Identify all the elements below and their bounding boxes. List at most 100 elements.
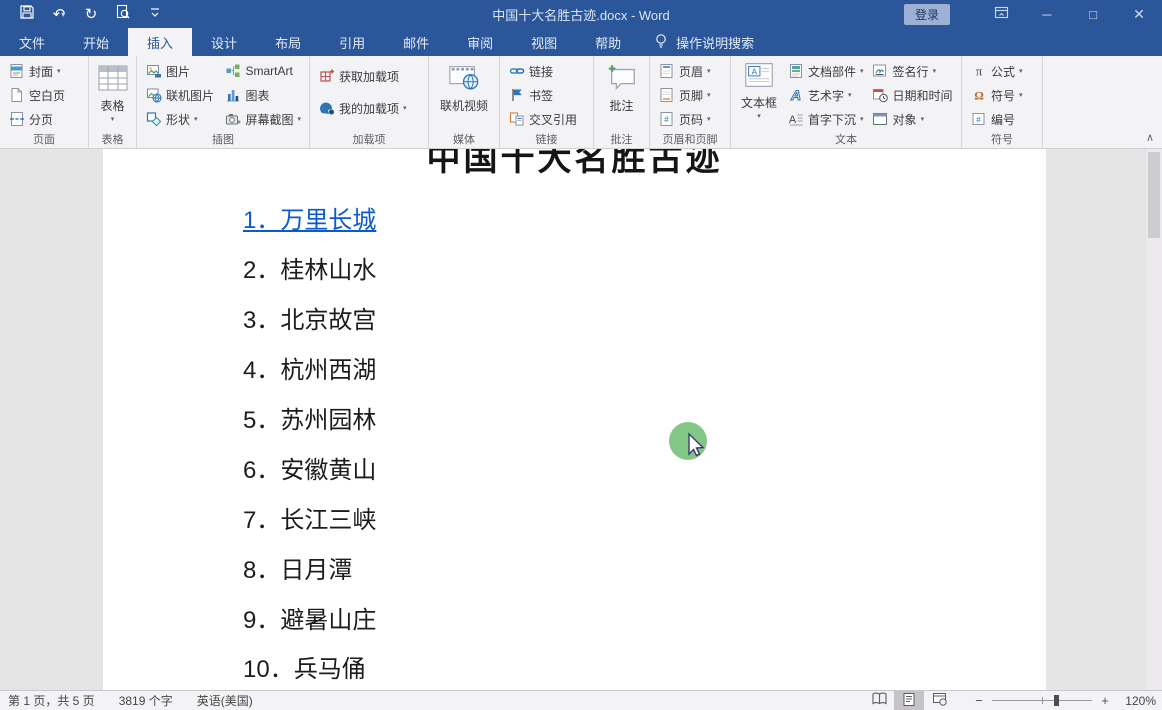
zoom-out-button[interactable]: −	[968, 693, 990, 708]
my-addins-icon	[318, 100, 335, 117]
tell-me-search[interactable]: 操作说明搜索	[654, 28, 754, 56]
tell-me-label: 操作说明搜索	[676, 33, 754, 52]
customize-qat-icon[interactable]	[142, 3, 168, 25]
blank-page-icon	[8, 87, 25, 104]
equation-button[interactable]: π公式▾	[966, 59, 1027, 83]
word-count[interactable]: 3819 个字	[119, 692, 173, 709]
document-heading: 中国十大名胜古迹	[103, 149, 1046, 180]
svg-text:π: π	[975, 64, 982, 79]
zoom-slider[interactable]	[992, 691, 1092, 710]
object-button[interactable]: 对象▾	[868, 107, 957, 131]
minimize-button[interactable]: ─	[1024, 0, 1070, 28]
ribbon-display-options-icon[interactable]	[978, 0, 1024, 28]
shapes-button[interactable]: 形状▾	[141, 107, 220, 131]
list-item[interactable]: 5．苏州园林	[243, 393, 376, 443]
date-time-button[interactable]: 日期和时间	[868, 83, 957, 107]
language-indicator[interactable]: 英语(美国)	[197, 692, 253, 709]
document-page[interactable]: 中国十大名胜古迹 1．万里长城 2．桂林山水 3．北京故宫 4．杭州西湖 5．苏…	[103, 149, 1046, 690]
list-item[interactable]: 3．北京故宫	[243, 293, 376, 343]
cover-page-button[interactable]: 封面▾	[4, 59, 69, 83]
table-button[interactable]: 表格 ▾	[91, 59, 135, 123]
print-layout-icon[interactable]	[894, 691, 924, 710]
text-box-button[interactable]: A 文本框 ▾	[735, 59, 783, 120]
vertical-scrollbar[interactable]	[1146, 149, 1162, 690]
tab-mailings[interactable]: 邮件	[384, 28, 448, 56]
number-button[interactable]: #编号	[966, 107, 1027, 131]
tab-design[interactable]: 设计	[192, 28, 256, 56]
list-item[interactable]: 10．兵马俑	[243, 642, 376, 690]
group-label-text: 文本	[731, 131, 961, 147]
my-addins-button[interactable]: 我的加载项▾	[314, 96, 411, 120]
get-addins-button[interactable]: 获取加载项	[314, 64, 411, 88]
link-icon	[508, 63, 525, 80]
page-break-icon	[8, 111, 25, 128]
mouse-cursor	[668, 422, 716, 470]
list-item[interactable]: 6．安徽黄山	[243, 442, 376, 492]
tab-view[interactable]: 视图	[512, 28, 576, 56]
screenshot-icon	[224, 111, 241, 128]
page-number-button[interactable]: #页码▾	[654, 107, 715, 131]
maximize-button[interactable]: □	[1070, 0, 1116, 28]
page-break-button[interactable]: 分页	[4, 107, 69, 131]
zoom-in-button[interactable]: +	[1094, 693, 1116, 708]
pictures-button[interactable]: 图片	[141, 59, 220, 83]
zoom-slider-thumb[interactable]	[1054, 695, 1059, 706]
undo-icon[interactable]: ↶▾	[46, 3, 72, 25]
cross-reference-button[interactable]: 交叉引用	[504, 107, 581, 131]
read-mode-icon[interactable]	[864, 691, 894, 710]
hyperlink-great-wall[interactable]: 1．万里长城	[243, 200, 376, 235]
drop-cap-button[interactable]: A首字下沉▾	[783, 107, 868, 131]
group-label-addins: 加载项	[310, 131, 428, 147]
sign-in-button[interactable]: 登录	[904, 4, 950, 25]
collapse-ribbon-icon[interactable]: ∧	[1146, 131, 1154, 144]
save-icon[interactable]	[14, 3, 40, 25]
lightbulb-icon	[654, 33, 668, 52]
list-item[interactable]: 8．日月潭	[243, 542, 376, 592]
group-symbols: π公式▾ Ω符号▾ #编号 符号	[962, 56, 1043, 148]
tab-help[interactable]: 帮助	[576, 28, 640, 56]
quick-parts-button[interactable]: 文档部件▾	[783, 59, 868, 83]
date-time-icon	[872, 87, 889, 104]
symbol-icon: Ω	[970, 87, 987, 104]
list-item[interactable]: 2．桂林山水	[243, 243, 376, 293]
list-item[interactable]: 9．避暑山庄	[243, 592, 376, 642]
footer-button[interactable]: 页脚▾	[654, 83, 715, 107]
print-preview-icon[interactable]	[110, 3, 136, 25]
redo-icon[interactable]: ↻	[78, 3, 104, 25]
online-pictures-button[interactable]: 联机图片	[141, 83, 220, 107]
online-pictures-icon	[145, 87, 162, 104]
wordart-button[interactable]: A艺术字▾	[783, 83, 868, 107]
comment-button[interactable]: 批注	[600, 59, 644, 114]
chart-button[interactable]: 图表	[220, 83, 305, 107]
tab-insert[interactable]: 插入	[128, 28, 192, 56]
header-button[interactable]: 页眉▾	[654, 59, 715, 83]
symbol-button[interactable]: Ω符号▾	[966, 83, 1027, 107]
tab-file[interactable]: 文件	[0, 28, 64, 56]
close-button[interactable]: ✕	[1116, 0, 1162, 28]
page-indicator[interactable]: 第 1 页，共 5 页	[8, 692, 95, 709]
screenshot-button[interactable]: 屏幕截图▾	[220, 107, 305, 131]
list-item[interactable]: 7．长江三峡	[243, 492, 376, 542]
signature-line-button[interactable]: 签名行▾	[868, 59, 957, 83]
web-layout-icon[interactable]	[924, 691, 954, 710]
list-item[interactable]: 1．万里长城	[243, 193, 376, 243]
tab-layout[interactable]: 布局	[256, 28, 320, 56]
title-bar: ↶▾ ↻ 中国十大名胜古迹.docx - Word 登录 ─ □ ✕	[0, 0, 1162, 28]
online-video-button[interactable]: 联机视频	[434, 59, 494, 114]
group-label-illustrations: 插图	[137, 131, 309, 147]
svg-text:Ω: Ω	[974, 89, 984, 103]
tab-references[interactable]: 引用	[320, 28, 384, 56]
group-label-pages: 页面	[0, 131, 88, 147]
group-pages: 封面▾ 空白页 分页 页面	[0, 56, 89, 148]
scrollbar-thumb[interactable]	[1148, 152, 1160, 238]
list-item[interactable]: 4．杭州西湖	[243, 343, 376, 393]
get-addins-icon	[318, 68, 335, 85]
smartart-button[interactable]: SmartArt	[220, 59, 305, 83]
tab-home[interactable]: 开始	[64, 28, 128, 56]
zoom-level[interactable]: 120%	[1116, 694, 1156, 708]
comment-icon	[606, 62, 638, 94]
link-button[interactable]: 链接	[504, 59, 581, 83]
blank-page-button[interactable]: 空白页	[4, 83, 69, 107]
tab-review[interactable]: 审阅	[448, 28, 512, 56]
bookmark-button[interactable]: 书签	[504, 83, 581, 107]
